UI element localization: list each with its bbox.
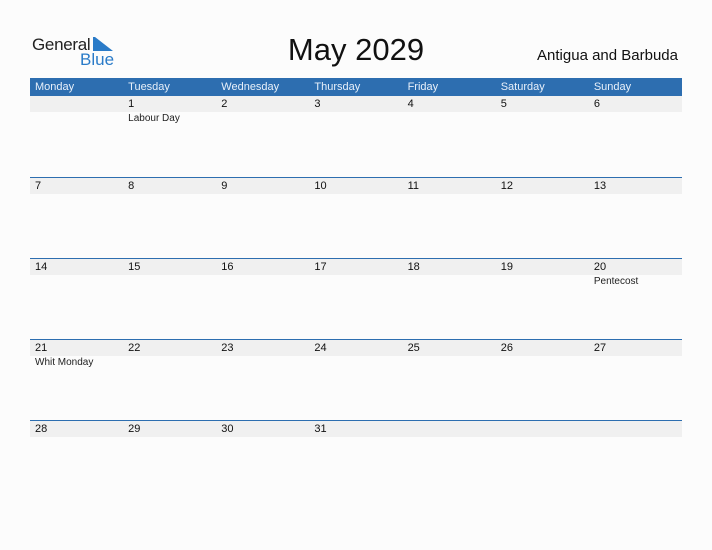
day-number: 30 bbox=[221, 423, 234, 435]
holiday-label bbox=[216, 194, 309, 195]
holiday-label bbox=[30, 437, 123, 438]
day-number: 3 bbox=[314, 98, 321, 110]
day-number: 5 bbox=[500, 98, 507, 110]
day-number: 6 bbox=[593, 98, 600, 110]
weekday-tuesday: Tuesday bbox=[128, 81, 170, 93]
holiday-label bbox=[589, 356, 682, 368]
holiday-label bbox=[309, 356, 402, 368]
holiday-label bbox=[403, 112, 496, 124]
day-number: 9 bbox=[221, 180, 228, 192]
holiday-label bbox=[30, 194, 123, 195]
holiday-label bbox=[123, 356, 216, 368]
day-number: 29 bbox=[128, 423, 141, 435]
day-number: 24 bbox=[314, 342, 327, 354]
day-number: 27 bbox=[593, 342, 607, 354]
holiday-label bbox=[403, 275, 496, 287]
day-number: 21 bbox=[35, 342, 48, 354]
day-number bbox=[589, 421, 682, 437]
holiday-label bbox=[123, 275, 216, 287]
weekday-saturday: Saturday bbox=[500, 81, 545, 93]
holiday-label: Labour Day bbox=[128, 113, 180, 124]
day-number: 7 bbox=[35, 180, 42, 192]
day-number: 14 bbox=[35, 261, 48, 273]
week-row: 21 22 23 24 25 26 27 Whit Monday bbox=[30, 339, 682, 420]
day-number: 2 bbox=[221, 98, 228, 110]
holiday-label bbox=[589, 194, 682, 195]
day-number: 13 bbox=[593, 180, 607, 192]
day-number: 10 bbox=[314, 180, 327, 192]
day-number: 25 bbox=[407, 342, 420, 354]
weekday-header: Monday Tuesday Wednesday Thursday Friday… bbox=[30, 78, 682, 96]
day-number-row: 7 8 9 10 11 12 13 bbox=[30, 177, 682, 194]
day-number-row: 21 22 23 24 25 26 27 bbox=[30, 339, 682, 356]
event-row: Whit Monday bbox=[30, 356, 682, 368]
holiday-label bbox=[403, 356, 496, 368]
week-row: 7 8 9 10 11 12 13 bbox=[30, 177, 682, 258]
day-number bbox=[403, 421, 496, 437]
holiday-label bbox=[309, 437, 402, 438]
day-number: 26 bbox=[500, 342, 513, 354]
day-number: 12 bbox=[500, 180, 513, 192]
holiday-label bbox=[589, 112, 682, 124]
holiday-label bbox=[216, 437, 309, 438]
day-number: 23 bbox=[221, 342, 234, 354]
holiday-label bbox=[30, 112, 123, 124]
holiday-label bbox=[403, 437, 496, 438]
weekday-friday: Friday bbox=[407, 81, 439, 93]
day-number: 15 bbox=[128, 261, 141, 273]
holiday-label bbox=[496, 112, 589, 124]
holiday-label bbox=[496, 194, 589, 195]
day-number-row: 1 2 3 4 5 6 bbox=[30, 96, 682, 112]
week-row: 14 15 16 17 18 19 20 Pentecost bbox=[30, 258, 682, 339]
weekday-monday: Monday bbox=[35, 81, 75, 93]
holiday-label bbox=[123, 194, 216, 195]
day-number: 1 bbox=[128, 98, 135, 110]
weekday-thursday: Thursday bbox=[314, 81, 361, 93]
holiday-label bbox=[589, 437, 682, 438]
holiday-label bbox=[403, 194, 496, 195]
event-row bbox=[30, 437, 682, 438]
week-row: 28 29 30 31 bbox=[30, 420, 682, 501]
holiday-label bbox=[309, 112, 402, 124]
day-number: 18 bbox=[407, 261, 420, 273]
holiday-label: Pentecost bbox=[593, 276, 639, 287]
day-number: 16 bbox=[221, 261, 234, 273]
day-number bbox=[496, 421, 589, 437]
holiday-label bbox=[216, 356, 309, 368]
event-row: Labour Day bbox=[30, 112, 682, 124]
holiday-label bbox=[496, 356, 589, 368]
day-number: 22 bbox=[128, 342, 141, 354]
day-number: 8 bbox=[128, 180, 135, 192]
day-number: 19 bbox=[500, 261, 513, 273]
day-number: 4 bbox=[407, 98, 414, 110]
event-row: Pentecost bbox=[30, 275, 682, 287]
holiday-label bbox=[123, 437, 216, 438]
holiday-label bbox=[216, 275, 309, 287]
day-number: 11 bbox=[407, 180, 419, 192]
weekday-wednesday: Wednesday bbox=[221, 81, 280, 93]
holiday-label bbox=[30, 275, 123, 287]
holiday-label bbox=[496, 275, 589, 287]
country-label: Antigua and Barbuda bbox=[537, 47, 678, 64]
day-number: 28 bbox=[35, 423, 48, 435]
holiday-label bbox=[309, 194, 402, 195]
holiday-label bbox=[216, 112, 309, 124]
weekday-sunday: Sunday bbox=[593, 81, 632, 93]
day-number-row: 14 15 16 17 18 19 20 bbox=[30, 258, 682, 275]
holiday-label bbox=[309, 275, 402, 287]
day-number: 17 bbox=[314, 261, 327, 273]
calendar-grid: Monday Tuesday Wednesday Thursday Friday… bbox=[30, 78, 682, 501]
holiday-label: Whit Monday bbox=[35, 357, 94, 368]
day-number bbox=[30, 96, 123, 112]
day-number: 31 bbox=[314, 423, 327, 435]
day-number: 20 bbox=[593, 261, 607, 273]
event-row bbox=[30, 194, 682, 195]
holiday-label bbox=[496, 437, 589, 438]
week-row: 1 2 3 4 5 6 Labour Day bbox=[30, 96, 682, 177]
day-number-row: 28 29 30 31 bbox=[30, 420, 682, 437]
